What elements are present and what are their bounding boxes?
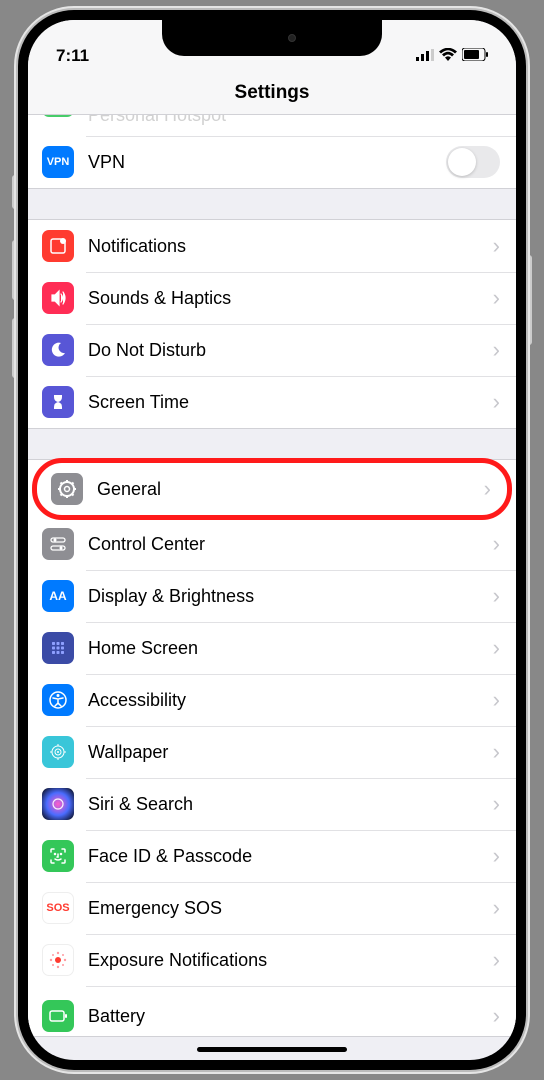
row-screentime[interactable]: Screen Time › [28,376,516,428]
wallpaper-icon [42,736,74,768]
row-sos[interactable]: SOS Emergency SOS › [28,882,516,934]
row-control-center[interactable]: Control Center › [28,518,516,570]
wifi-icon [439,46,457,66]
hotspot-icon [42,115,74,117]
row-siri[interactable]: Siri & Search › [28,778,516,830]
row-battery-label: Battery [88,1006,493,1027]
row-sos-label: Emergency SOS [88,898,493,919]
battery-icon [462,46,488,66]
row-notifications[interactable]: Notifications › [28,220,516,272]
sounds-icon [42,282,74,314]
row-display-label: Display & Brightness [88,586,493,607]
row-general-label: General [97,479,484,500]
battery-setting-icon [42,1000,74,1032]
notifications-icon [42,230,74,262]
settings-group-connectivity: Personal Hotspot VPN VPN [28,115,516,189]
faceid-icon [42,840,74,872]
row-dnd-label: Do Not Disturb [88,340,493,361]
chevron-icon: › [493,947,500,973]
chevron-icon: › [493,583,500,609]
cellular-icon [416,46,434,66]
gear-icon [51,473,83,505]
vpn-toggle[interactable] [446,146,500,178]
chevron-icon: › [493,389,500,415]
row-accessibility[interactable]: Accessibility › [28,674,516,726]
row-siri-label: Siri & Search [88,794,493,815]
accessibility-icon [42,684,74,716]
settings-group-alerts: Notifications › Sounds & Haptics › Do No… [28,219,516,429]
row-accessibility-label: Accessibility [88,690,493,711]
homescreen-icon [42,632,74,664]
chevron-icon: › [493,337,500,363]
chevron-icon: › [493,531,500,557]
dnd-icon [42,334,74,366]
side-button [526,255,532,345]
notch [162,20,382,56]
row-homescreen-label: Home Screen [88,638,493,659]
status-time: 7:11 [56,46,89,66]
settings-group-general: General › Control Center › AA Display & … [28,459,516,1037]
row-general[interactable]: General › [32,458,512,520]
header: Settings [28,70,516,115]
row-wallpaper[interactable]: Wallpaper › [28,726,516,778]
sos-icon: SOS [42,892,74,924]
exposure-icon [42,944,74,976]
chevron-icon: › [493,895,500,921]
home-indicator[interactable] [197,1047,347,1052]
screen: 7:11 Settings Personal Hot [28,20,516,1060]
vpn-icon: VPN [42,146,74,178]
row-dnd[interactable]: Do Not Disturb › [28,324,516,376]
row-sounds[interactable]: Sounds & Haptics › [28,272,516,324]
device-frame: 7:11 Settings Personal Hot [18,10,526,1070]
chevron-icon: › [493,1003,500,1029]
chevron-icon: › [493,791,500,817]
chevron-icon: › [493,635,500,661]
chevron-icon: › [493,285,500,311]
row-exposure-label: Exposure Notifications [88,950,493,971]
row-display[interactable]: AA Display & Brightness › [28,570,516,622]
row-control-label: Control Center [88,534,493,555]
row-personal-hotspot[interactable]: Personal Hotspot [28,115,516,136]
row-battery[interactable]: Battery › [28,986,516,1036]
row-exposure[interactable]: Exposure Notifications › [28,934,516,986]
row-vpn[interactable]: VPN VPN [28,136,516,188]
chevron-icon: › [493,687,500,713]
row-screentime-label: Screen Time [88,392,493,413]
chevron-icon: › [493,843,500,869]
chevron-icon: › [493,739,500,765]
display-icon: AA [42,580,74,612]
row-homescreen[interactable]: Home Screen › [28,622,516,674]
row-vpn-label: VPN [88,152,446,173]
row-sounds-label: Sounds & Haptics [88,288,493,309]
row-faceid-label: Face ID & Passcode [88,846,493,867]
row-notifications-label: Notifications [88,236,493,257]
chevron-icon: › [484,476,491,502]
row-faceid[interactable]: Face ID & Passcode › [28,830,516,882]
screentime-icon [42,386,74,418]
siri-icon [42,788,74,820]
control-center-icon [42,528,74,560]
settings-list[interactable]: Personal Hotspot VPN VPN Notifications › [28,115,516,1055]
page-title: Settings [28,82,516,104]
chevron-icon: › [493,233,500,259]
row-wallpaper-label: Wallpaper [88,742,493,763]
row-hotspot-label: Personal Hotspot [88,115,500,126]
